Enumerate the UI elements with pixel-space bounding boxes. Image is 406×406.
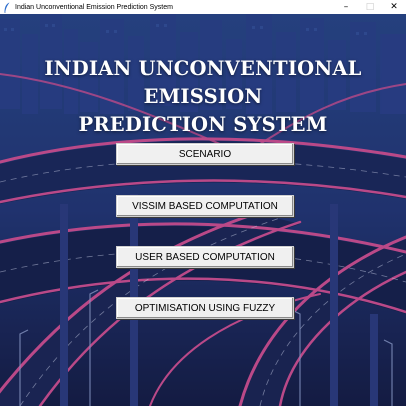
page-title: INDIAN UNCONVENTIONAL EMISSION PREDICTIO… <box>0 55 406 139</box>
title-bar[interactable]: Indian Unconventional Emission Predictio… <box>0 0 406 14</box>
close-icon[interactable]: ✕ <box>382 0 406 14</box>
fuzzy-optimisation-button[interactable]: OPTIMISATION USING FUZZY <box>116 297 294 319</box>
maximize-icon[interactable]: □ <box>358 0 382 14</box>
feather-icon <box>2 1 12 13</box>
window-title: Indian Unconventional Emission Predictio… <box>15 3 173 11</box>
page-title-line-1: INDIAN UNCONVENTIONAL EMISSION <box>44 57 362 108</box>
app-window: Indian Unconventional Emission Predictio… <box>0 0 406 406</box>
minimize-icon[interactable]: – <box>334 0 358 14</box>
user-computation-button[interactable]: USER BASED COMPUTATION <box>116 246 294 268</box>
page-title-line-2: PREDICTION SYSTEM <box>78 113 328 136</box>
vissim-computation-button[interactable]: VISSIM BASED COMPUTATION <box>116 195 294 217</box>
window-controls: – □ ✕ <box>334 0 406 14</box>
scenario-button[interactable]: SCENARIO <box>116 143 294 165</box>
